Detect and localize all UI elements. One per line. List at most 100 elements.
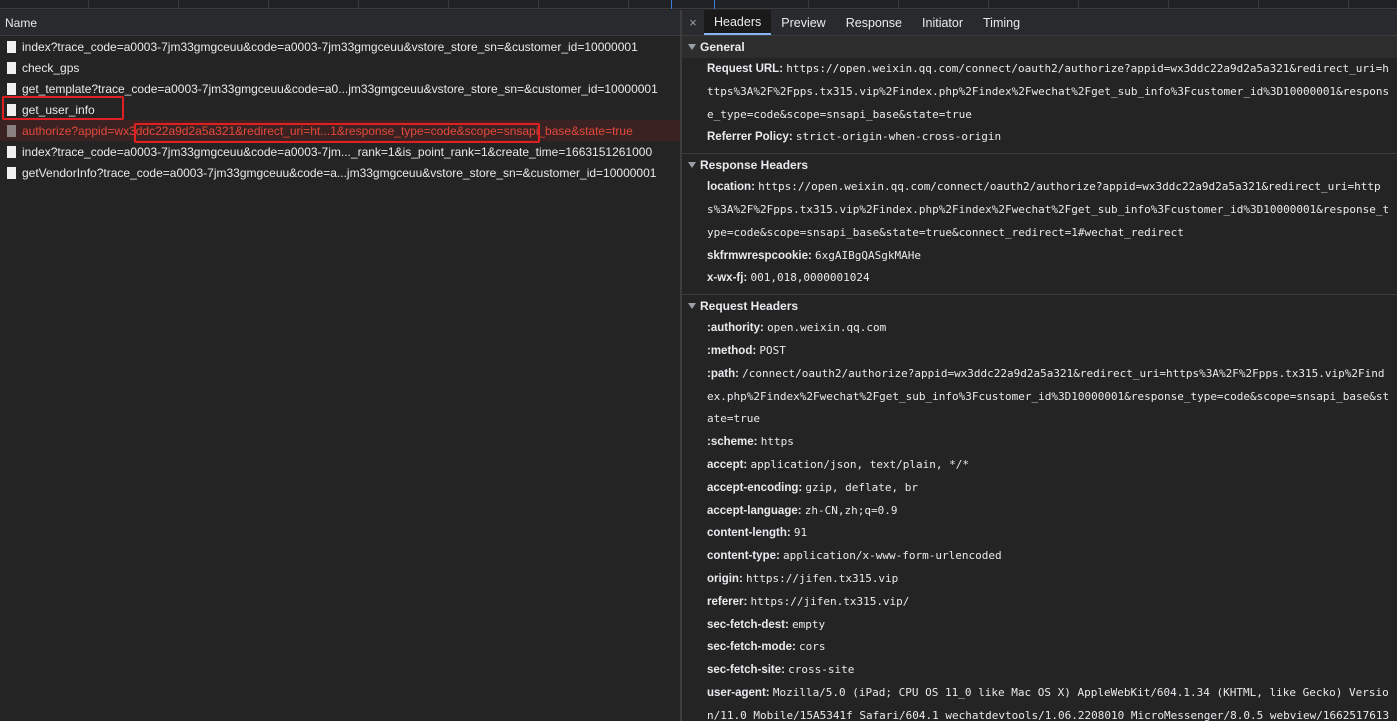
- document-icon: [7, 145, 16, 158]
- document-icon: [7, 166, 16, 179]
- response-headers-section-header[interactable]: Response Headers: [682, 154, 1397, 177]
- header-value: https://open.weixin.qq.com/connect/oauth…: [707, 180, 1390, 239]
- header-key: Referrer Policy:: [707, 131, 793, 144]
- header-key: user-agent:: [707, 686, 770, 699]
- header-row: sec-fetch-site: cross-site: [682, 659, 1397, 682]
- timeline-gridline: [898, 0, 899, 9]
- header-key: :path:: [707, 367, 739, 380]
- timeline-marker: [671, 0, 672, 9]
- header-row: location: https://open.weixin.qq.com/con…: [682, 176, 1397, 244]
- timeline-marker: [714, 0, 715, 9]
- triangle-down-icon: [688, 162, 696, 169]
- header-value: https://jifen.tx315.vip/: [750, 594, 910, 608]
- response-header-rows: location: https://open.weixin.qq.com/con…: [682, 176, 1397, 290]
- request-list: index?trace_code=a0003-7jm33gmgceuu&code…: [0, 36, 680, 183]
- header-row: skfrmwrespcookie: 6xgAIBgQASgkMAHe: [682, 245, 1397, 268]
- header-value: application/json, text/plain, */*: [750, 457, 970, 471]
- header-key: origin:: [707, 572, 743, 585]
- timeline-overview[interactable]: [0, 0, 1397, 9]
- timeline-gridline: [1168, 0, 1169, 9]
- header-key: Request URL:: [707, 63, 784, 75]
- request-row[interactable]: check_gps: [0, 57, 680, 78]
- header-key: content-type:: [707, 550, 780, 563]
- header-key: :scheme:: [707, 436, 758, 449]
- timeline-gridline: [808, 0, 809, 9]
- request-header-rows: :authority: open.weixin.qq.com:method: P…: [682, 317, 1397, 721]
- general-section-header[interactable]: General: [682, 36, 1397, 58]
- header-value: strict-origin-when-cross-origin: [795, 130, 1002, 144]
- header-value: https://jifen.tx315.vip: [745, 571, 899, 585]
- header-key: location:: [707, 181, 755, 194]
- header-row: accept: application/json, text/plain, */…: [682, 454, 1397, 477]
- details-tabbar: × Headers Preview Response Initiator Timing: [682, 10, 1397, 36]
- header-row: accept-language: zh-CN,zh;q=0.9: [682, 500, 1397, 523]
- header-value: Mozilla/5.0 (iPad; CPU OS 11_0 like Mac …: [707, 685, 1390, 721]
- tab-initiator[interactable]: Initiator: [912, 10, 973, 35]
- header-row: sec-fetch-dest: empty: [682, 614, 1397, 637]
- request-row[interactable]: index?trace_code=a0003-7jm33gmgceuu&code…: [0, 141, 680, 162]
- tab-response[interactable]: Response: [836, 10, 912, 35]
- header-key: x-wx-fj:: [707, 272, 748, 285]
- timeline-gridline: [538, 0, 539, 9]
- header-key: accept-language:: [707, 504, 802, 517]
- document-icon: [7, 124, 16, 137]
- triangle-down-icon: [688, 303, 696, 310]
- header-value: POST: [759, 343, 786, 357]
- tab-timing[interactable]: Timing: [973, 10, 1030, 35]
- header-row: :authority: open.weixin.qq.com: [682, 317, 1397, 340]
- request-name: getVendorInfo?trace_code=a0003-7jm33gmgc…: [22, 165, 657, 180]
- timeline-gridline: [178, 0, 179, 9]
- header-key: skfrmwrespcookie:: [707, 249, 812, 262]
- name-column-header[interactable]: Name: [0, 10, 680, 36]
- name-column-label: Name: [5, 15, 38, 30]
- timeline-gridline: [1078, 0, 1079, 9]
- header-value: https://open.weixin.qq.com/connect/oauth…: [707, 62, 1390, 121]
- timeline-gridline: [1258, 0, 1259, 9]
- header-row: :scheme: https: [682, 431, 1397, 454]
- header-value: zh-CN,zh;q=0.9: [804, 503, 898, 517]
- header-value: cross-site: [788, 663, 855, 677]
- timeline-gridline: [448, 0, 449, 9]
- header-key: content-length:: [707, 527, 791, 540]
- tab-headers[interactable]: Headers: [704, 10, 772, 35]
- header-key: referer:: [707, 595, 748, 608]
- general-section: General Request URL: https://open.weixin…: [682, 36, 1397, 155]
- header-row: :path: /connect/oauth2/authorize?appid=w…: [682, 363, 1397, 431]
- close-icon[interactable]: ×: [682, 10, 704, 35]
- tab-preview[interactable]: Preview: [771, 10, 835, 35]
- header-value: 001,018,0000001024: [750, 271, 870, 285]
- header-value: https: [760, 435, 794, 449]
- header-value: 91: [793, 526, 808, 540]
- header-key: sec-fetch-site:: [707, 664, 785, 677]
- header-row: user-agent: Mozilla/5.0 (iPad; CPU OS 11…: [682, 682, 1397, 721]
- timeline-gridline: [88, 0, 89, 9]
- document-icon: [7, 40, 16, 53]
- request-name: get_template?trace_code=a0003-7jm33gmgce…: [22, 81, 658, 96]
- request-row[interactable]: authorize?appid=wx3ddc22a9d2a5a321&redir…: [0, 120, 680, 141]
- header-key: accept-encoding:: [707, 481, 803, 494]
- request-row[interactable]: get_user_info: [0, 99, 680, 120]
- request-name: check_gps: [22, 60, 80, 75]
- request-row[interactable]: getVendorInfo?trace_code=a0003-7jm33gmgc…: [0, 162, 680, 183]
- request-row[interactable]: index?trace_code=a0003-7jm33gmgceuu&code…: [0, 36, 680, 57]
- document-icon: [7, 61, 16, 74]
- header-row: Referrer Policy: strict-origin-when-cros…: [682, 126, 1397, 149]
- timeline-gridline: [1348, 0, 1349, 9]
- document-icon: [7, 103, 16, 116]
- header-row: :method: POST: [682, 340, 1397, 363]
- triangle-down-icon: [688, 44, 696, 50]
- header-value: 6xgAIBgQASgkMAHe: [815, 248, 921, 262]
- header-value: empty: [792, 617, 826, 631]
- request-list-panel: Name index?trace_code=a0003-7jm33gmgceuu…: [0, 10, 680, 721]
- header-row: Request URL: https://open.weixin.qq.com/…: [682, 58, 1397, 126]
- request-name: index?trace_code=a0003-7jm33gmgceuu&code…: [22, 144, 653, 159]
- request-name: authorize?appid=wx3ddc22a9d2a5a321&redir…: [22, 123, 633, 138]
- header-key: accept:: [707, 458, 748, 471]
- request-name: index?trace_code=a0003-7jm33gmgceuu&code…: [22, 39, 638, 54]
- timeline-gridline: [988, 0, 989, 9]
- header-value: gzip, deflate, br: [805, 480, 919, 494]
- header-key: :method:: [707, 344, 757, 357]
- request-row[interactable]: get_template?trace_code=a0003-7jm33gmgce…: [0, 78, 680, 99]
- request-headers-section-header[interactable]: Request Headers: [682, 295, 1397, 318]
- timeline-gridline: [358, 0, 359, 9]
